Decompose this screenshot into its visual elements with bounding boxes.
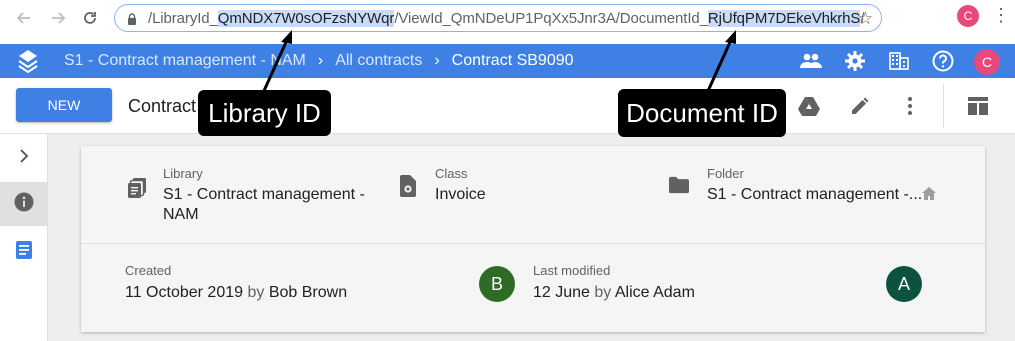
created-value: 11 October 2019 by Bob Brown xyxy=(125,284,348,301)
forward-arrow-icon[interactable] xyxy=(48,8,68,28)
document-icon xyxy=(16,240,32,264)
layout-panel-icon[interactable] xyxy=(966,94,990,118)
class-label: Class xyxy=(435,166,468,181)
class-document-gear-icon xyxy=(399,175,419,197)
library-id-callout: Library ID xyxy=(198,90,331,136)
rail-info-tab[interactable] xyxy=(0,182,48,226)
breadcrumb: S1 - Contract management - NAM › All con… xyxy=(64,52,574,70)
document-id-callout: Document ID xyxy=(618,89,786,137)
modified-value: 12 June by Alice Adam xyxy=(533,284,695,301)
gear-icon[interactable] xyxy=(844,50,866,72)
breadcrumb-all-contracts[interactable]: All contracts xyxy=(335,52,422,70)
folder-label: Folder xyxy=(707,166,744,181)
browser-menu-icon[interactable]: ⋮ xyxy=(992,6,1010,24)
url-text: /LibraryId_QmNDX7W0sOFzsNYWqr/ViewId_QmN… xyxy=(148,10,865,27)
browser-toolbar: /LibraryId_QmNDX7W0sOFzsNYWqr/ViewId_QmN… xyxy=(0,0,1015,44)
rail-document-tab[interactable] xyxy=(0,230,48,274)
reload-icon[interactable] xyxy=(80,8,100,28)
info-icon xyxy=(14,192,34,217)
library-stack-icon xyxy=(127,178,147,198)
chevron-right-icon xyxy=(19,148,29,168)
user-avatar[interactable]: C xyxy=(974,49,1000,75)
class-value[interactable]: Invoice xyxy=(435,185,486,205)
library-label: Library xyxy=(163,166,203,181)
expand-rail-button[interactable] xyxy=(0,136,48,180)
chevron-right-icon: › xyxy=(434,52,440,69)
library-value[interactable]: S1 - Contract management - NAM xyxy=(163,185,365,225)
help-icon[interactable] xyxy=(932,50,954,72)
back-arrow-icon[interactable] xyxy=(14,8,34,28)
created-by-avatar[interactable]: B xyxy=(479,266,515,302)
drive-icon[interactable] xyxy=(797,94,821,118)
folder-icon xyxy=(669,175,689,195)
toolbar-divider xyxy=(943,84,944,128)
lock-icon xyxy=(127,12,137,30)
chevron-right-icon: › xyxy=(317,52,324,69)
people-icon[interactable] xyxy=(800,50,822,72)
home-icon[interactable] xyxy=(921,185,937,201)
library-id-highlight: QmNDX7W0sOFzsNYWqr xyxy=(217,10,395,27)
building-icon[interactable] xyxy=(888,50,910,72)
breadcrumb-library[interactable]: S1 - Contract management - NAM xyxy=(64,52,306,70)
address-bar[interactable]: /LibraryId_QmNDX7W0sOFzsNYWqr/ViewId_QmN… xyxy=(114,4,882,32)
modified-by-avatar[interactable]: A xyxy=(886,266,922,302)
side-rail xyxy=(0,134,48,341)
document-details-card: Library S1 - Contract management - NAM C… xyxy=(81,146,985,332)
created-label: Created xyxy=(125,263,172,278)
audit-section: Created 11 October 2019 by Bob Brown B L… xyxy=(81,244,985,332)
folder-value[interactable]: S1 - Contract management -... xyxy=(707,185,922,205)
modified-label: Last modified xyxy=(533,263,611,278)
browser-profile-avatar[interactable]: C xyxy=(957,5,979,27)
app-logo-icon[interactable] xyxy=(17,49,39,78)
document-toolbar: NEW Contract SB9090 xyxy=(0,78,1015,134)
new-button[interactable]: NEW xyxy=(16,88,112,122)
app-header: S1 - Contract management - NAM › All con… xyxy=(0,44,1015,78)
more-vert-icon[interactable] xyxy=(898,94,922,118)
properties-section: Library S1 - Contract management - NAM C… xyxy=(81,146,985,244)
document-id-highlight: RjUfqPM7DEkeVhkrhS xyxy=(707,10,861,27)
bookmark-star-icon[interactable]: ☆ xyxy=(858,9,873,29)
breadcrumb-current: Contract SB9090 xyxy=(451,52,574,69)
edit-pencil-icon[interactable] xyxy=(848,94,872,118)
